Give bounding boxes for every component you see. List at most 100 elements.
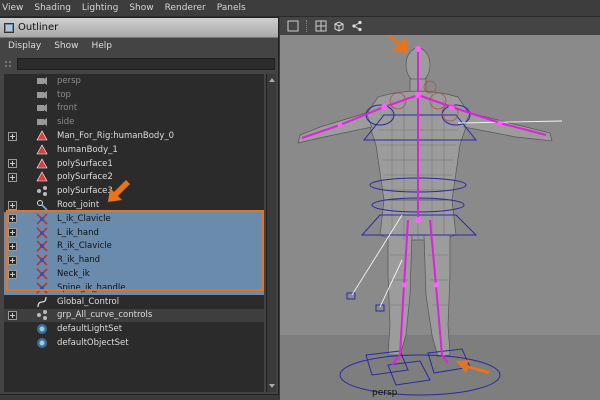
expand-toggle-icon[interactable] xyxy=(8,131,17,141)
expand-toggle-icon[interactable] xyxy=(8,241,17,251)
annotation-arrow-outliner xyxy=(108,180,130,202)
menu-lighting[interactable]: Lighting xyxy=(77,0,124,17)
outliner-search-row xyxy=(4,56,276,72)
menu-renderer[interactable]: Renderer xyxy=(160,0,212,17)
outliner-row[interactable]: side xyxy=(4,115,264,129)
annotation-arrow-top xyxy=(386,35,408,53)
outliner-row[interactable]: Root_joint xyxy=(4,198,264,212)
outliner-row-label: grp_All_curve_controls xyxy=(57,310,153,321)
menu-shading[interactable]: Shading xyxy=(29,0,77,17)
camera-icon xyxy=(36,102,48,114)
outliner-row-label: R_ik_Clavicle xyxy=(57,241,112,252)
expand-toggle-icon[interactable] xyxy=(8,172,17,182)
outliner-title-bar[interactable]: Outliner xyxy=(0,18,278,38)
expand-toggle-icon[interactable] xyxy=(8,200,17,210)
outliner-window: Outliner Display Show Help persp top front… xyxy=(0,17,279,395)
outliner-row[interactable]: Spine_ik_handle xyxy=(4,280,264,295)
outliner-row[interactable]: polySurface2 xyxy=(4,171,264,185)
expand-toggle-icon[interactable] xyxy=(8,310,17,320)
viewport-toolbar xyxy=(280,17,600,35)
body-mesh xyxy=(297,47,553,358)
outliner-row-label: defaultLightSet xyxy=(57,324,123,335)
outliner-window-icon xyxy=(4,18,14,37)
perspective-viewport[interactable]: persp xyxy=(280,35,600,400)
expand-toggle-icon[interactable] xyxy=(8,255,17,265)
outliner-row[interactable]: L_ik_Clavicle xyxy=(4,211,264,226)
ik-handle-icon xyxy=(36,268,48,280)
camera-label: persp xyxy=(372,388,398,398)
outliner-row-label: persp xyxy=(57,75,81,86)
share-nodes-icon[interactable] xyxy=(350,19,364,33)
outliner-row[interactable]: R_ik_Clavicle xyxy=(4,239,264,254)
outliner-row[interactable]: R_ik_hand xyxy=(4,253,264,268)
outliner-row-label: Global_Control xyxy=(57,296,120,307)
expand-toggle-icon[interactable] xyxy=(8,159,17,169)
outliner-scrollbar[interactable] xyxy=(266,74,276,392)
outliner-menu-show[interactable]: Show xyxy=(46,41,83,51)
outliner-title: Outliner xyxy=(18,22,59,33)
mesh-icon xyxy=(36,130,48,142)
outliner-list[interactable]: persp top front side Man_For_Rig:humanBody_0… xyxy=(4,74,264,392)
expand-toggle-icon[interactable] xyxy=(8,214,17,224)
toolbar-separator xyxy=(306,20,308,32)
scroll-down-icon[interactable] xyxy=(268,382,276,390)
menu-show[interactable]: Show xyxy=(124,0,159,17)
menu-panels[interactable]: Panels xyxy=(212,0,252,17)
outliner-row[interactable]: persp xyxy=(4,74,264,88)
mesh-icon xyxy=(36,171,48,183)
camera-icon xyxy=(36,89,48,101)
filter-icon[interactable] xyxy=(4,55,14,74)
ik-handle-icon xyxy=(36,240,48,253)
outliner-row[interactable]: front xyxy=(4,102,264,116)
character-rig-view xyxy=(280,35,600,400)
mesh-icon xyxy=(36,158,48,170)
outliner-row[interactable]: grp_All_curve_controls xyxy=(4,308,264,323)
menu-view[interactable]: View xyxy=(0,0,29,17)
outliner-row[interactable]: defaultLightSet xyxy=(4,322,264,336)
set-icon xyxy=(36,323,48,335)
outliner-row[interactable]: Neck_ik xyxy=(4,267,264,281)
outliner-row[interactable]: top xyxy=(4,88,264,102)
mesh-icon xyxy=(36,144,48,156)
expand-toggle-icon[interactable] xyxy=(8,269,17,279)
set-icon xyxy=(36,337,48,349)
grid-icon[interactable] xyxy=(314,19,328,33)
outliner-row-label: L_ik_hand xyxy=(57,227,99,238)
maya-window: View Shading Lighting Show Renderer Pane… xyxy=(0,0,600,400)
outliner-row[interactable]: L_ik_hand xyxy=(4,225,264,240)
outliner-row-label: humanBody_1 xyxy=(57,144,118,155)
curve-icon xyxy=(36,296,48,308)
ik-handle-icon xyxy=(36,282,48,294)
frame-icon[interactable] xyxy=(286,19,300,33)
outliner-row[interactable]: defaultObjectSet xyxy=(4,336,264,350)
ik-handle-icon xyxy=(36,227,48,239)
outliner-row[interactable]: polySurface3 xyxy=(4,184,264,198)
outliner-menu-display[interactable]: Display xyxy=(0,41,46,51)
outliner-row-label: top xyxy=(57,89,71,100)
scroll-up-icon[interactable] xyxy=(268,76,276,84)
outliner-row-label: Root_joint xyxy=(57,200,100,211)
camera-icon xyxy=(36,75,48,87)
ik-handle-icon xyxy=(36,254,48,266)
group-icon xyxy=(36,185,48,197)
outliner-row[interactable]: humanBody_1 xyxy=(4,143,264,157)
outliner-row-label: L_ik_Clavicle xyxy=(57,213,111,224)
expand-toggle-icon[interactable] xyxy=(8,228,17,238)
outliner-row-label: R_ik_hand xyxy=(57,255,101,266)
panel-menubar: View Shading Lighting Show Renderer Pane… xyxy=(0,0,600,17)
outliner-menu-help[interactable]: Help xyxy=(83,41,117,51)
outliner-row-label: defaultObjectSet xyxy=(57,338,129,349)
joint-icon xyxy=(36,199,48,211)
outliner-row[interactable]: Global_Control xyxy=(4,295,264,309)
outliner-row-label: Neck_ik xyxy=(57,269,90,280)
outliner-menubar: Display Show Help xyxy=(0,38,278,54)
outliner-row[interactable]: Man_For_Rig:humanBody_0 xyxy=(4,129,264,143)
outliner-row-label: side xyxy=(57,117,75,128)
wireframe-cube-icon[interactable] xyxy=(332,19,346,33)
group-icon xyxy=(36,309,48,321)
outliner-row-label: Spine_ik_handle xyxy=(57,282,126,293)
outliner-search-input[interactable] xyxy=(17,58,275,70)
outliner-row[interactable]: polySurface1 xyxy=(4,157,264,171)
camera-icon xyxy=(36,116,48,128)
outliner-row-label: front xyxy=(57,103,78,114)
